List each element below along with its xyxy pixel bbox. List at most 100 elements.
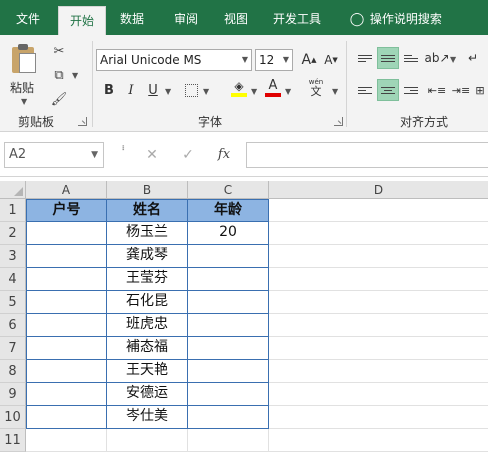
align-right-icon[interactable] [400,79,422,101]
tell-me-search[interactable]: ◯ 操作说明搜索 [348,8,442,30]
cell-b1[interactable]: 姓名 [107,199,188,222]
cell-d1[interactable] [269,199,488,222]
cell-b9[interactable]: 安德运 [107,383,188,406]
wrap-text-icon[interactable]: ↵ [462,47,484,69]
cell-a11[interactable] [26,429,107,452]
clipboard-launcher-icon[interactable] [78,117,87,126]
decrease-font-icon[interactable]: A ▼ [320,49,342,71]
cell-c8[interactable] [188,360,269,383]
cell-c6[interactable] [188,314,269,337]
copy-icon[interactable]: ⧉ [48,65,70,85]
cell-b5[interactable]: 石化昆 [107,291,188,314]
underline-button[interactable]: U [142,79,164,101]
bold-button[interactable]: B [98,79,120,101]
decrease-indent-icon[interactable]: ⇤≡ [426,79,448,101]
tab-data[interactable]: 数据 [112,8,152,35]
cell-d4[interactable] [269,268,488,291]
cell-b4[interactable]: 王莹芬 [107,268,188,291]
increase-font-icon[interactable]: A ▲ [298,49,320,71]
insert-function-button[interactable]: fx [212,144,236,166]
align-center-icon[interactable] [377,79,399,101]
align-left-icon[interactable] [354,79,376,101]
cell-b7[interactable]: 補态福 [107,337,188,360]
select-all-corner[interactable] [0,181,26,199]
fill-color-dropdown-icon[interactable]: ▼ [251,87,257,96]
align-bottom-icon[interactable] [400,47,422,69]
tab-developer[interactable]: 开发工具 [266,8,328,35]
borders-icon[interactable] [180,79,202,101]
cell-b6[interactable]: 班虎忠 [107,314,188,337]
row-header-3[interactable]: 3 [0,245,26,268]
row-header-4[interactable]: 4 [0,268,26,291]
cell-d10[interactable] [269,406,488,429]
row-header-10[interactable]: 10 [0,406,26,429]
cancel-icon[interactable]: ✕ [140,144,164,166]
column-header-d[interactable]: D [269,181,488,199]
cell-b8[interactable]: 王天艳 [107,360,188,383]
column-header-b[interactable]: B [107,181,188,199]
cell-a7[interactable] [26,337,107,360]
row-header-2[interactable]: 2 [0,222,26,245]
increase-indent-icon[interactable]: ⇥≡ [450,79,472,101]
cell-c1[interactable]: 年龄 [188,199,269,222]
underline-dropdown-icon[interactable]: ▼ [165,87,171,96]
cell-b3[interactable]: 龚成琴 [107,245,188,268]
column-header-c[interactable]: C [188,181,269,199]
row-header-5[interactable]: 5 [0,291,26,314]
row-header-8[interactable]: 8 [0,360,26,383]
enter-icon[interactable]: ✓ [176,144,200,166]
row-header-11[interactable]: 11 [0,429,26,452]
cell-a4[interactable] [26,268,107,291]
cell-a9[interactable] [26,383,107,406]
borders-dropdown-icon[interactable]: ▼ [203,87,209,96]
cell-d9[interactable] [269,383,488,406]
paste-button[interactable]: 粘贴 ▼ [4,39,40,106]
cell-a10[interactable] [26,406,107,429]
align-top-icon[interactable] [354,47,376,69]
tab-review[interactable]: 审阅 [166,8,206,35]
row-header-9[interactable]: 9 [0,383,26,406]
row-header-1[interactable]: 1 [0,199,26,222]
cell-c5[interactable] [188,291,269,314]
cell-c11[interactable] [188,429,269,452]
fill-color-icon[interactable]: ◈ [228,77,250,99]
cell-d7[interactable] [269,337,488,360]
cell-c9[interactable] [188,383,269,406]
cell-a2[interactable] [26,222,107,245]
cell-d5[interactable] [269,291,488,314]
tab-view[interactable]: 视图 [216,8,256,35]
cell-d6[interactable] [269,314,488,337]
cell-a8[interactable] [26,360,107,383]
cell-a1[interactable]: 户号 [26,199,107,222]
name-box[interactable]: A2 ▼ [4,142,104,168]
cell-d2[interactable] [269,222,488,245]
orientation-icon[interactable]: ab↗ [424,47,449,69]
cell-c10[interactable] [188,406,269,429]
cell-c2[interactable]: 20 [188,222,269,245]
cell-d11[interactable] [269,429,488,452]
font-size-combo[interactable]: 12 ▼ [255,49,293,71]
cell-c7[interactable] [188,337,269,360]
column-header-a[interactable]: A [26,181,107,199]
row-header-6[interactable]: 6 [0,314,26,337]
cut-icon[interactable]: ✂ [48,41,70,61]
phonetic-dropdown-icon[interactable]: ▼ [332,87,338,96]
font-color-dropdown-icon[interactable]: ▼ [285,87,291,96]
cell-b11[interactable] [107,429,188,452]
format-painter-icon[interactable]: 🖌 [48,89,70,109]
formula-input[interactable] [246,142,488,168]
orientation-dropdown-icon[interactable]: ▼ [450,55,456,64]
cell-a5[interactable] [26,291,107,314]
font-name-combo[interactable]: Arial Unicode MS ▼ [96,49,252,71]
cell-d8[interactable] [269,360,488,383]
cell-a3[interactable] [26,245,107,268]
cell-b2[interactable]: 杨玉兰 [107,222,188,245]
cell-c3[interactable] [188,245,269,268]
cell-b10[interactable]: 岑仕美 [107,406,188,429]
cell-d3[interactable] [269,245,488,268]
row-header-7[interactable]: 7 [0,337,26,360]
tab-file[interactable]: 文件 [6,8,50,35]
italic-button[interactable]: I [120,79,142,101]
font-color-icon[interactable]: A [262,77,284,99]
cell-c4[interactable] [188,268,269,291]
